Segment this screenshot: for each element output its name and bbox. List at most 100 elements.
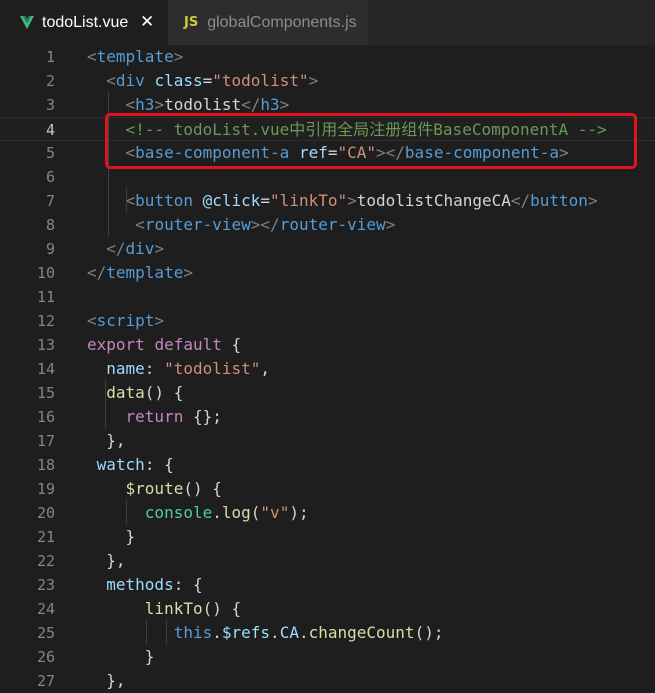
code-line[interactable]: 21 }	[0, 525, 655, 549]
line-code: }	[87, 525, 136, 549]
line-number: 23	[36, 576, 55, 594]
code-token: >	[385, 215, 396, 234]
code-token: button	[135, 191, 193, 210]
code-line[interactable]: 26 }	[0, 645, 655, 669]
code-token: >	[183, 263, 193, 282]
code-line[interactable]: 2 <div class="todolist">	[0, 69, 655, 93]
line-code: <div class="todolist">	[87, 69, 318, 93]
code-line[interactable]: 7 <button @click="linkTo">todolistChange…	[0, 189, 655, 213]
code-token: router-view	[279, 215, 386, 234]
code-line[interactable]: 16 return {};	[0, 405, 655, 429]
line-code: export default {	[87, 333, 241, 357]
code-token: class	[154, 71, 203, 90]
code-token: template	[96, 47, 174, 66]
line-number: 7	[45, 192, 55, 210]
line-number: 27	[36, 672, 55, 690]
code-token: >	[308, 71, 319, 90]
code-token: >	[347, 191, 357, 210]
code-line[interactable]: 10 </template>	[0, 261, 655, 285]
line-number: 16	[36, 408, 55, 426]
code-line[interactable]: 27 },	[0, 669, 655, 693]
line-number: 21	[36, 528, 55, 546]
code-token: (	[250, 503, 261, 522]
code-token: }	[87, 647, 155, 666]
code-token: return	[125, 407, 184, 426]
code-line[interactable]: 11	[0, 285, 655, 309]
line-number: 8	[45, 216, 55, 234]
line-code: console.log("v");	[87, 501, 309, 525]
code-token: () {	[202, 599, 242, 618]
code-token: default	[154, 335, 222, 354]
code-token: data	[106, 383, 145, 402]
line-number: 15	[36, 384, 55, 402]
line-code: name: "todolist",	[87, 357, 270, 381]
code-line[interactable]: 17 },	[0, 429, 655, 453]
line-number: 18	[36, 456, 55, 474]
code-token: this	[173, 623, 213, 642]
code-line[interactable]: 1 <template>	[0, 45, 655, 69]
code-token: template	[106, 263, 184, 282]
code-token: >	[173, 47, 184, 66]
code-line[interactable]: 13 export default {	[0, 333, 655, 357]
code-token: ,	[260, 359, 271, 378]
code-token: .	[298, 623, 309, 642]
code-line[interactable]: 24 linkTo() {	[0, 597, 655, 621]
line-number: 22	[36, 552, 55, 570]
code-token: );	[289, 503, 309, 522]
code-token: "todolist"	[164, 359, 261, 378]
code-line[interactable]: 20 console.log("v");	[0, 501, 655, 525]
vue-icon	[20, 16, 34, 29]
code-token: .	[270, 623, 280, 642]
tab-todolist-vue[interactable]: todoList.vue ✕	[0, 0, 168, 45]
close-icon[interactable]: ✕	[140, 12, 154, 32]
code-line[interactable]: 12 <script>	[0, 309, 655, 333]
code-line[interactable]: 8 <router-view></router-view>	[0, 213, 655, 237]
code-token: h3	[260, 95, 280, 114]
code-line[interactable]: 14 name: "todolist",	[0, 357, 655, 381]
code-token: ></	[250, 215, 280, 234]
code-token: export	[87, 335, 145, 354]
code-token: .	[212, 623, 222, 642]
line-number: 6	[45, 168, 55, 186]
line-number: 4	[45, 121, 55, 139]
code-token: todolistChangeCA	[356, 191, 511, 210]
tab-globalcomponents-js[interactable]: JS globalComponents.js	[168, 0, 368, 45]
code-token: ();	[414, 623, 444, 642]
line-code: <button @click="linkTo">todolistChangeCA…	[87, 189, 598, 213]
line-number: 17	[36, 432, 55, 450]
code-line[interactable]: 18 watch: {	[0, 453, 655, 477]
code-token: "v"	[260, 503, 290, 522]
line-number: 5	[45, 144, 55, 162]
code-token: : {	[173, 575, 203, 594]
code-token: >	[279, 95, 290, 114]
code-line[interactable]: 19 $route() {	[0, 477, 655, 501]
code-token: =	[260, 191, 271, 210]
line-number: 11	[36, 288, 55, 306]
code-token: <	[87, 311, 97, 330]
code-token: linkTo	[144, 599, 203, 618]
line-number: 25	[36, 624, 55, 642]
code-line[interactable]: 22 },	[0, 549, 655, 573]
code-token: {};	[183, 407, 222, 426]
line-number: 9	[45, 240, 55, 258]
line-number: 12	[36, 312, 55, 330]
code-token: >	[587, 191, 598, 210]
code-token: name	[106, 359, 145, 378]
js-icon: JS	[184, 15, 199, 30]
code-token: h3	[135, 95, 155, 114]
code-line[interactable]: 15 data() {	[0, 381, 655, 405]
line-number: 13	[36, 336, 55, 354]
line-code: },	[87, 429, 125, 453]
red-highlight-box	[105, 113, 637, 169]
code-line[interactable]: 25 this.$refs.CA.changeCount();	[0, 621, 655, 645]
code-line[interactable]: 9 </div>	[0, 237, 655, 261]
code-token: =	[202, 71, 213, 90]
code-line[interactable]: 23 methods: {	[0, 573, 655, 597]
